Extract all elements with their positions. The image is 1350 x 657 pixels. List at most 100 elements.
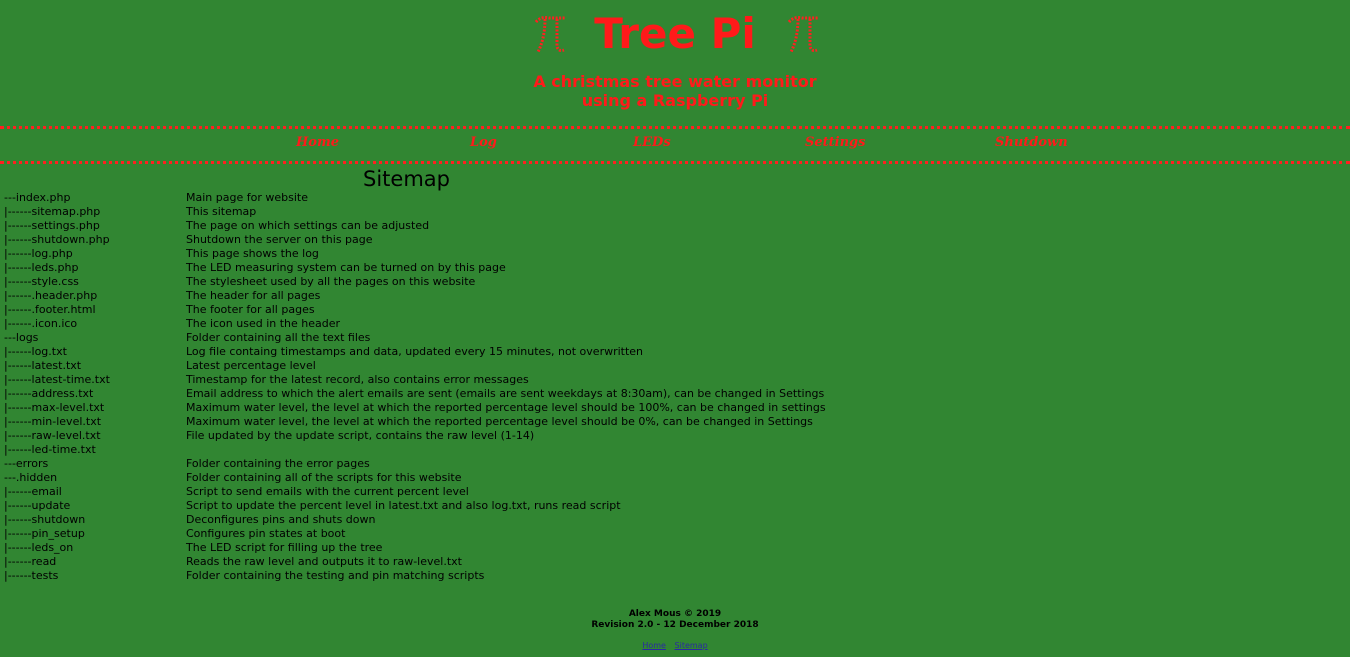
sitemap-description: Deconfigures pins and shuts down xyxy=(186,513,376,526)
sitemap-description: Folder containing all the text files xyxy=(186,331,371,344)
sitemap-row: |------update Script to update the percen… xyxy=(4,499,904,513)
sitemap-row: ---errors Folder containing the error pag… xyxy=(4,457,904,471)
footer-links: Home Sitemap xyxy=(0,641,1350,651)
nav-link-log[interactable]: Log xyxy=(470,135,497,150)
sitemap-description: Main page for website xyxy=(186,191,308,204)
sitemap-description: Maximum water level, the level at which … xyxy=(186,401,826,414)
sitemap-path: |------style.css xyxy=(4,275,79,288)
sitemap-row: |------max-level.txt Maximum water level,… xyxy=(4,401,904,415)
sitemap-path: |------latest.txt xyxy=(4,359,82,372)
sitemap-description: The LED measuring system can be turned o… xyxy=(186,261,506,274)
sitemap-row: |------address.txt Email address to which… xyxy=(4,387,904,401)
sitemap-path: |------pin_setup xyxy=(4,527,85,540)
sitemap-row: |------style.css The stylesheet used by a… xyxy=(4,275,904,289)
sitemap-row: |------.footer.html The footer for all pa… xyxy=(4,303,904,317)
footer-link-sitemap[interactable]: Sitemap xyxy=(675,641,708,650)
sitemap-row: |------read Reads the raw level and outpu… xyxy=(4,555,904,569)
sitemap-description: The page on which settings can be adjust… xyxy=(186,219,430,232)
sitemap-row: |------.header.php The header for all pag… xyxy=(4,289,904,303)
site-footer: Alex Mous © 2019 Revision 2.0 - 12 Decem… xyxy=(0,609,1350,631)
sitemap-description: Shutdown the server on this page xyxy=(186,233,373,246)
sitemap-description: File updated by the update script, conta… xyxy=(186,429,535,442)
sitemap-description: Reads the raw level and outputs it to ra… xyxy=(186,555,462,568)
sitemap-path: |------.icon.ico xyxy=(4,317,78,330)
main-nav: Home Log LEDs Settings Shutdown xyxy=(0,135,1350,153)
nav-link-shutdown[interactable]: Shutdown xyxy=(995,135,1068,150)
sitemap-row: |------shutdown.php Shutdown the server o… xyxy=(4,233,904,247)
sitemap-path: |------update xyxy=(4,499,71,512)
sitemap-row: |------sitemap.php This sitemap xyxy=(4,205,904,219)
sitemap-path: ---.hidden xyxy=(4,471,58,484)
nav-link-settings[interactable]: Settings xyxy=(805,135,865,150)
sitemap-description: Timestamp for the latest record, also co… xyxy=(186,373,529,386)
sitemap-path: |------min-level.txt xyxy=(4,415,102,428)
sitemap-path: |------settings.php xyxy=(4,219,100,232)
sitemap-path: |------email xyxy=(4,485,62,498)
sitemap-list: ---index.php Main page for website |------… xyxy=(4,191,904,583)
sitemap-description: Script to update the percent level in la… xyxy=(186,499,621,512)
title-row: Tree Pi xyxy=(0,8,1350,60)
sitemap-row: |------led-time.txt xyxy=(4,443,904,457)
sitemap-description: Email address to which the alert emails … xyxy=(186,387,825,400)
sitemap-description: Log file containg timestamps and data, u… xyxy=(186,345,644,358)
sitemap-path: |------tests xyxy=(4,569,59,582)
sitemap-description: Folder containing all of the scripts for… xyxy=(186,471,462,484)
sitemap-row: |------pin_setup Configures pin states at… xyxy=(4,527,904,541)
sitemap-description: Script to send emails with the current p… xyxy=(186,485,469,498)
sitemap-path: ---logs xyxy=(4,331,39,344)
sitemap-row: |------shutdown Deconfigures pins and shu… xyxy=(4,513,904,527)
sitemap-description: The icon used in the header xyxy=(186,317,341,330)
sitemap-path: |------leds_on xyxy=(4,541,74,554)
sitemap-description: The footer for all pages xyxy=(186,303,315,316)
sitemap-row: |------leds.php The LED measuring system … xyxy=(4,261,904,275)
sitemap-row: |------settings.php The page on which set… xyxy=(4,219,904,233)
sitemap-description: This sitemap xyxy=(186,205,257,218)
sitemap-path: |------max-level.txt xyxy=(4,401,105,414)
sitemap-row: |------min-level.txt Maximum water level,… xyxy=(4,415,904,429)
sitemap-row: |------email Script to send emails with t… xyxy=(4,485,904,499)
sitemap-path: |------.header.php xyxy=(4,289,98,302)
footer-revision: Revision 2.0 - 12 December 2018 xyxy=(591,620,759,630)
sitemap-description: Maximum water level, the level at which … xyxy=(186,415,813,428)
sitemap-description: The stylesheet used by all the pages on … xyxy=(186,275,476,288)
sitemap-path: |------shutdown.php xyxy=(4,233,110,246)
sitemap-path: |------.footer.html xyxy=(4,303,96,316)
sitemap-row: |------latest-time.txt Timestamp for the … xyxy=(4,373,904,387)
sitemap-row: ---index.php Main page for website xyxy=(4,191,904,205)
sitemap-path: |------shutdown xyxy=(4,513,86,526)
sitemap-path: |------read xyxy=(4,555,57,568)
sitemap-description: Latest percentage level xyxy=(186,359,316,372)
sitemap-path: |------address.txt xyxy=(4,387,94,400)
nav-divider-bottom xyxy=(0,161,1350,164)
sitemap-description: The header for all pages xyxy=(186,289,321,302)
nav-divider-top xyxy=(0,126,1350,129)
nav-link-home[interactable]: Home xyxy=(296,135,339,150)
tagline-line-2: using a Raspberry Pi xyxy=(581,91,769,110)
sitemap-row: ---.hidden Folder containing all of the s… xyxy=(4,471,904,485)
sitemap-row: |------tests Folder containing the testin… xyxy=(4,569,904,583)
sitemap-row: ---logs Folder containing all the text fi… xyxy=(4,331,904,345)
sitemap-description: The LED script for filling up the tree xyxy=(186,541,383,554)
sitemap-row: |------latest.txt Latest percentage level xyxy=(4,359,904,373)
sitemap-path: |------log.php xyxy=(4,247,73,260)
sitemap-path: |------led-time.txt xyxy=(4,443,96,456)
sitemap-row: |------.icon.ico The icon used in the hea… xyxy=(4,317,904,331)
sitemap-row: |------log.txt Log file containg timestam… xyxy=(4,345,904,359)
sitemap-path: |------raw-level.txt xyxy=(4,429,101,442)
sitemap-path: |------sitemap.php xyxy=(4,205,101,218)
nav-link-leds[interactable]: LEDs xyxy=(633,135,671,150)
sitemap-path: |------log.txt xyxy=(4,345,67,358)
site-header: Tree Pi A christmas tree water monitor u… xyxy=(0,0,1350,126)
sitemap-description: Folder containing the testing and pin ma… xyxy=(186,569,485,582)
sitemap-description: Folder containing the error pages xyxy=(186,457,370,470)
footer-copyright: Alex Mous © 2019 xyxy=(628,609,722,619)
sitemap-path: |------leds.php xyxy=(4,261,79,274)
sitemap-description: This page shows the log xyxy=(186,247,319,260)
footer-link-home[interactable]: Home xyxy=(642,641,666,650)
sitemap-path: |------latest-time.txt xyxy=(4,373,110,386)
pi-icon xyxy=(787,16,819,53)
sitemap-path: ---errors xyxy=(4,457,49,470)
tagline-line-1: A christmas tree water monitor xyxy=(533,72,817,91)
site-title: Tree Pi xyxy=(594,9,756,58)
sitemap-row: |------log.php This page shows the log xyxy=(4,247,904,261)
